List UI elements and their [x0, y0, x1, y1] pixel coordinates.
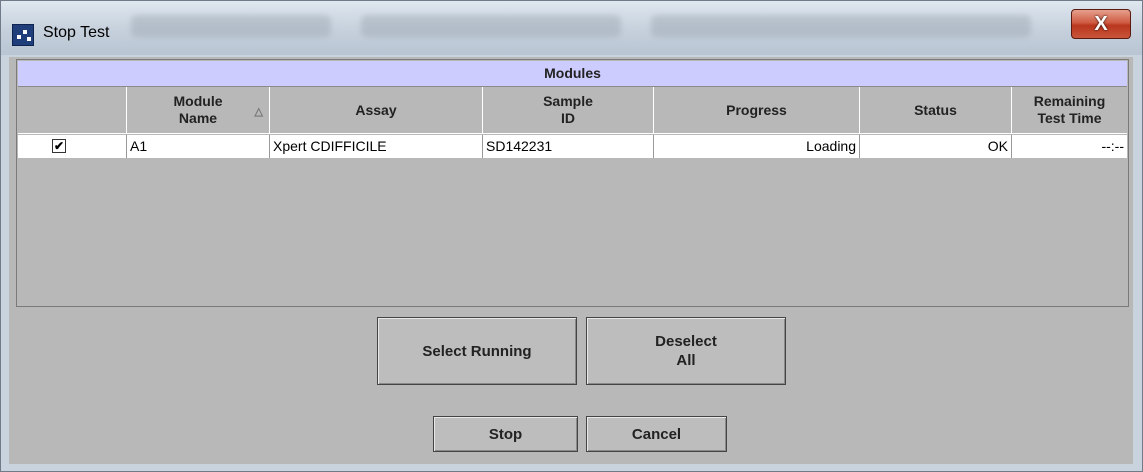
- module-name-cell: A1: [127, 135, 270, 158]
- module-checkbox[interactable]: ✔: [52, 139, 66, 153]
- table-row[interactable]: ✔ A1 Xpert CDIFFICILE SD142231 Loading O…: [18, 135, 1127, 158]
- sample-id-cell: SD142231: [483, 135, 654, 158]
- column-header-module-name[interactable]: Module Name △: [127, 87, 270, 134]
- column-header-label: Status: [914, 101, 957, 118]
- blurred-background: [361, 15, 621, 37]
- column-header-label: Progress: [726, 101, 787, 118]
- stop-button[interactable]: Stop: [433, 416, 578, 452]
- close-icon: X: [1094, 13, 1108, 35]
- progress-cell: Loading: [654, 135, 860, 158]
- window-title: Stop Test: [43, 24, 110, 41]
- blurred-background: [131, 15, 331, 37]
- column-header-assay[interactable]: Assay: [270, 87, 483, 134]
- column-header-label: Remaining Test Time: [1033, 93, 1106, 126]
- column-header-label: Assay: [355, 101, 397, 118]
- column-header-remaining-test-time[interactable]: Remaining Test Time: [1012, 87, 1127, 134]
- close-button[interactable]: X: [1071, 9, 1131, 39]
- deselect-all-button[interactable]: Deselect All: [586, 317, 786, 385]
- blurred-background: [651, 15, 1031, 37]
- assay-cell: Xpert CDIFFICILE: [270, 135, 483, 158]
- status-cell: OK: [860, 135, 1012, 158]
- modules-section-title: Modules: [18, 61, 1127, 87]
- column-header-progress[interactable]: Progress: [654, 87, 860, 134]
- stop-test-dialog: Stop Test X Modules Module Name △ Assay …: [0, 0, 1143, 472]
- column-header-status[interactable]: Status: [860, 87, 1012, 134]
- column-header-select[interactable]: [18, 87, 127, 134]
- dialog-body: Modules Module Name △ Assay Sample ID Pr…: [9, 57, 1133, 464]
- title-bar[interactable]: Stop Test X: [1, 1, 1142, 55]
- remaining-time-cell: --:--: [1101, 138, 1124, 154]
- app-icon: [12, 24, 34, 46]
- select-running-button[interactable]: Select Running: [377, 317, 577, 385]
- column-header-label: Module Name: [173, 93, 223, 126]
- select-cell: ✔: [18, 135, 127, 158]
- column-header-label: Sample ID: [543, 93, 593, 126]
- sort-ascending-icon: △: [254, 106, 263, 118]
- column-header-sample-id[interactable]: Sample ID: [483, 87, 654, 134]
- modules-table: Modules Module Name △ Assay Sample ID Pr…: [16, 59, 1129, 307]
- cancel-button[interactable]: Cancel: [586, 416, 727, 452]
